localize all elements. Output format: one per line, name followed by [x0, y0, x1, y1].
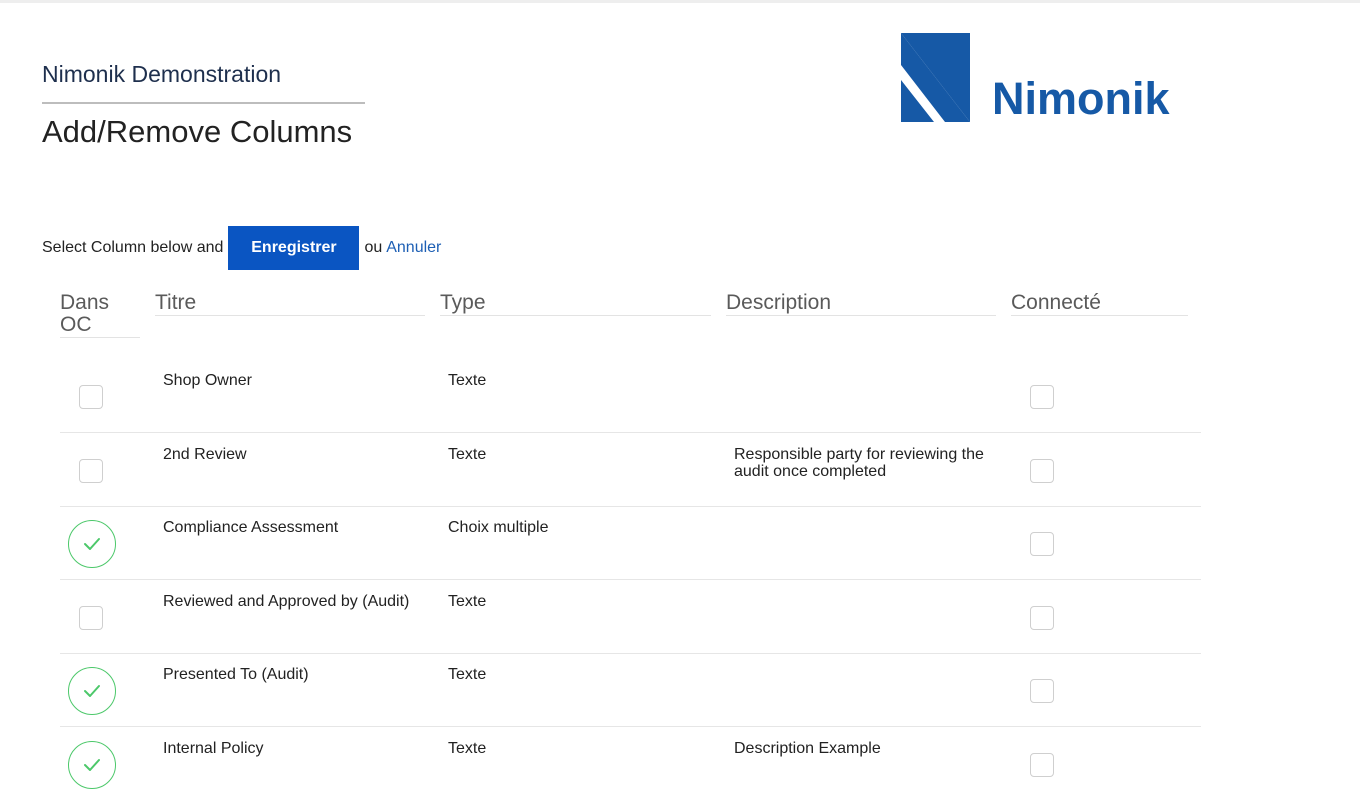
checkmark-icon	[84, 759, 100, 771]
header-divider	[42, 102, 365, 104]
column-header-type: Type	[440, 292, 711, 316]
or-text: ou	[364, 239, 383, 256]
table-row: 2nd Review Texte Responsible party for rev…	[60, 433, 1201, 507]
action-bar: Select Column below and Enregistrer ou A…	[42, 226, 441, 270]
row-title: Compliance Assessment	[163, 519, 339, 536]
action-prompt: Select Column below and	[42, 239, 224, 256]
row-title: 2nd Review	[163, 446, 247, 463]
organization-name: Nimonik Demonstration	[42, 61, 282, 87]
table-row: Compliance Assessment Choix multiple	[60, 506, 1201, 580]
in-oc-checked-toggle[interactable]	[68, 741, 116, 789]
top-bar	[0, 0, 1360, 3]
column-header-title: Titre	[155, 292, 425, 316]
row-type: Texte	[448, 593, 487, 610]
table-row: Presented To (Audit) Texte	[60, 653, 1201, 727]
connected-checkbox[interactable]	[1030, 753, 1054, 777]
connected-checkbox[interactable]	[1030, 385, 1054, 409]
column-header-connected: Connecté	[1011, 292, 1188, 316]
column-header-description: Description	[726, 292, 996, 316]
table-row: Shop Owner Texte	[60, 359, 1201, 433]
checkmark-icon	[84, 538, 100, 550]
row-type: Texte	[448, 372, 487, 389]
in-oc-checkbox[interactable]	[79, 385, 103, 409]
in-oc-checked-toggle[interactable]	[68, 520, 116, 568]
row-title: Internal Policy	[163, 740, 264, 757]
connected-checkbox[interactable]	[1030, 606, 1054, 630]
in-oc-checked-toggle[interactable]	[68, 667, 116, 715]
row-type: Texte	[448, 666, 487, 683]
row-title: Shop Owner	[163, 372, 252, 389]
connected-checkbox[interactable]	[1030, 679, 1054, 703]
row-type: Texte	[448, 446, 487, 463]
checkmark-icon	[84, 685, 100, 697]
in-oc-checkbox[interactable]	[79, 459, 103, 483]
connected-checkbox[interactable]	[1030, 532, 1054, 556]
column-header-in-oc: Dans OC	[60, 292, 140, 338]
table-row: Internal Policy Texte Description Example	[60, 727, 1201, 800]
row-title: Presented To (Audit)	[163, 666, 309, 683]
row-description: Description Example	[734, 740, 881, 757]
logo-mark-icon	[901, 33, 970, 122]
row-type: Choix multiple	[448, 519, 549, 536]
cancel-link[interactable]: Annuler	[386, 239, 441, 257]
logo-text: Nimonik	[992, 73, 1170, 124]
row-description: Responsible party for reviewing the audi…	[734, 446, 984, 480]
row-title: Reviewed and Approved by (Audit)	[163, 593, 410, 610]
save-button[interactable]: Enregistrer	[228, 226, 360, 270]
page-title: Add/Remove Columns	[42, 114, 353, 149]
in-oc-checkbox[interactable]	[79, 606, 103, 630]
table-row: Reviewed and Approved by (Audit) Texte	[60, 580, 1201, 654]
row-type: Texte	[448, 740, 487, 757]
nimonik-logo: Nimonik	[900, 32, 1180, 128]
connected-checkbox[interactable]	[1030, 459, 1054, 483]
